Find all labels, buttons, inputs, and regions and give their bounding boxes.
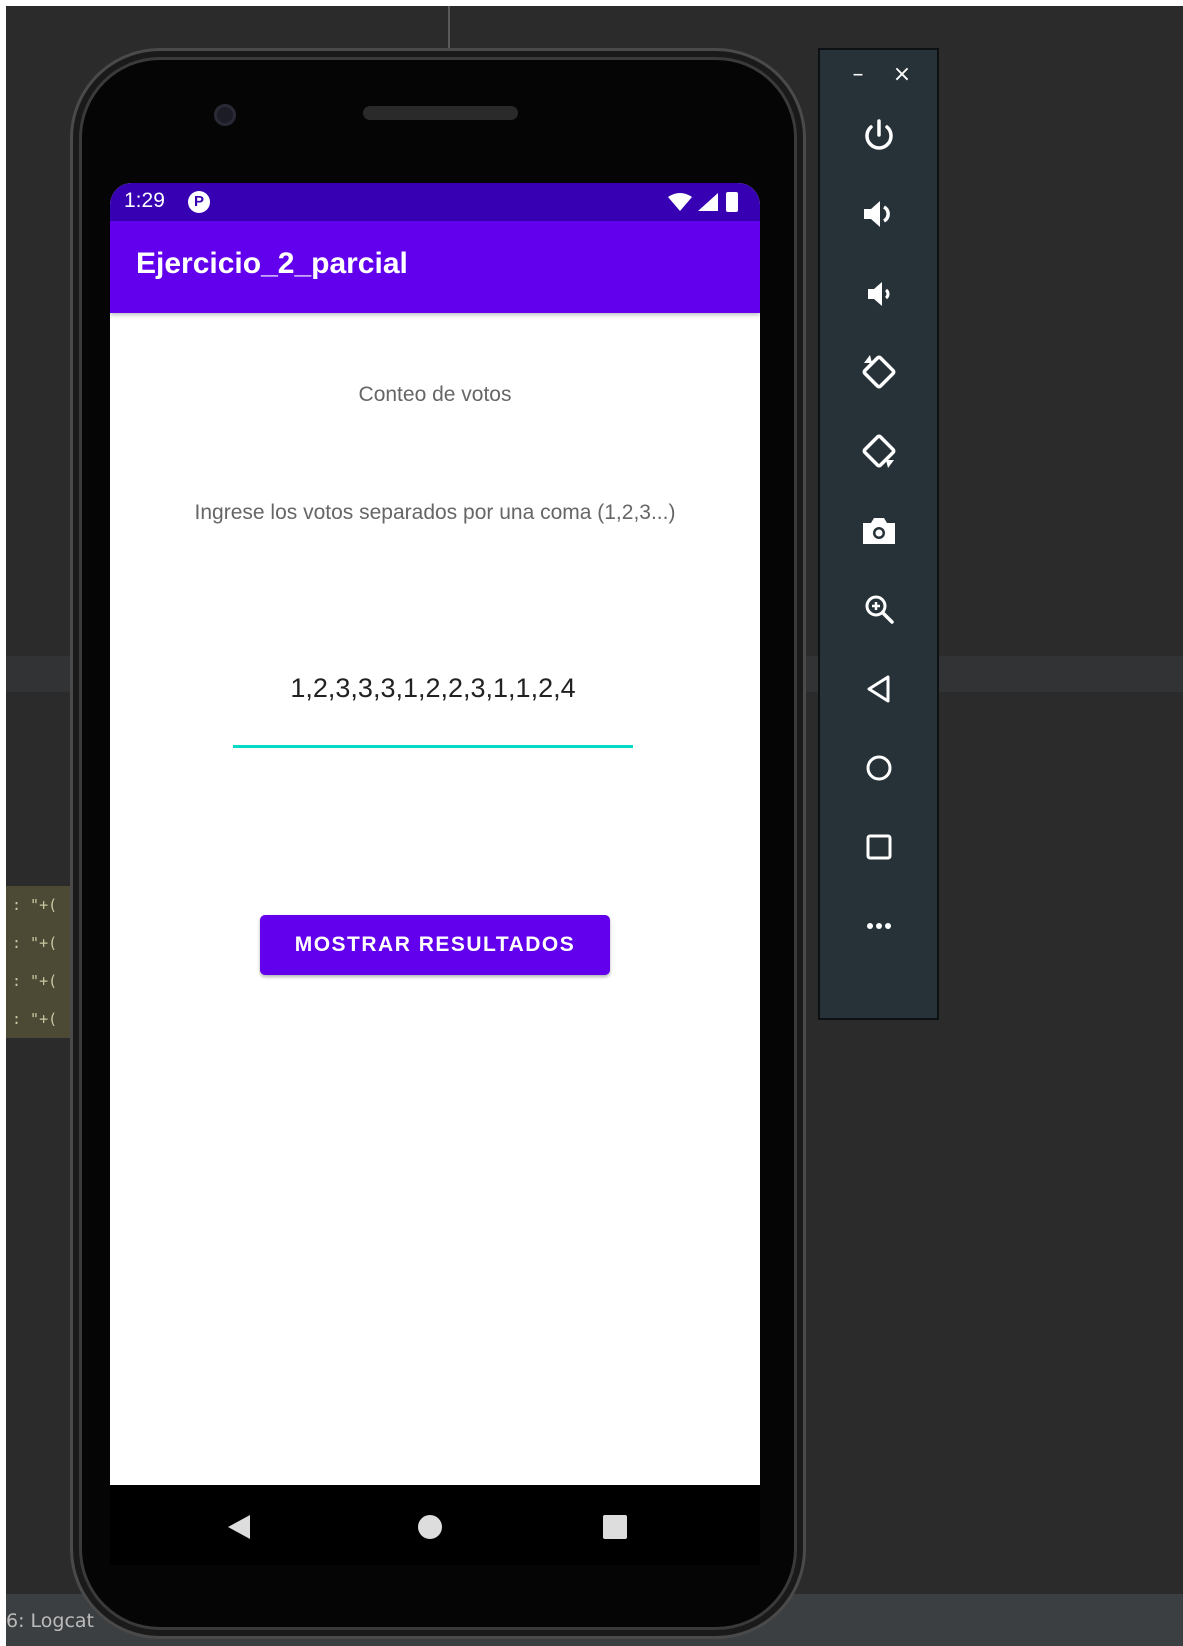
camera-icon[interactable] <box>858 510 900 552</box>
code-line: : "+( <box>12 896 58 914</box>
recents-square-icon[interactable] <box>595 1507 635 1547</box>
app-bar: Ejercicio_2_parcial <box>110 221 760 313</box>
votes-input[interactable] <box>233 643 633 733</box>
signal-icon <box>698 193 718 211</box>
ide-divider <box>448 6 450 48</box>
minimize-button[interactable]: – <box>846 60 870 90</box>
back-icon[interactable] <box>858 668 900 710</box>
app-title: Ejercicio_2_parcial <box>136 247 408 280</box>
phone-frame: 1:29 P Ejercicio_2_parcial Conteo de vot… <box>70 48 806 1639</box>
heading-text: Conteo de votos <box>358 383 512 406</box>
overview-icon[interactable] <box>858 826 900 868</box>
volume-down-icon[interactable] <box>858 273 900 315</box>
back-triangle-icon[interactable] <box>220 1507 260 1547</box>
device-screen: 1:29 P Ejercicio_2_parcial Conteo de vot… <box>110 183 760 1485</box>
code-line: : "+( <box>12 972 58 990</box>
home-circle-icon[interactable] <box>410 1507 450 1547</box>
votes-input-container <box>233 643 633 748</box>
code-line: : "+( <box>12 934 58 952</box>
show-results-button[interactable]: MOSTRAR RESULTADOS <box>260 915 610 975</box>
battery-icon <box>726 192 738 212</box>
emulator-toolbar: – × <box>818 48 939 1020</box>
ide-code-highlight: : "+( : "+( : "+( : "+( <box>6 886 70 1038</box>
earpiece-speaker <box>363 106 518 120</box>
zoom-icon[interactable] <box>858 588 900 630</box>
more-icon[interactable] <box>858 905 900 947</box>
navigation-bar <box>110 1485 760 1565</box>
front-camera <box>214 104 236 126</box>
wifi-icon <box>668 193 692 211</box>
status-bar: 1:29 P <box>110 183 760 221</box>
code-line: : "+( <box>12 1010 58 1028</box>
logcat-tab[interactable]: 6: Logcat <box>6 1610 94 1632</box>
status-icons <box>668 191 748 213</box>
rotate-right-icon[interactable] <box>858 430 900 472</box>
power-icon[interactable] <box>858 114 900 156</box>
status-time: 1:29 <box>124 189 165 212</box>
close-button[interactable]: × <box>890 60 914 90</box>
instructions-text: Ingrese los votos separados por una coma… <box>194 501 676 524</box>
volume-up-icon[interactable] <box>858 193 900 235</box>
notification-icon: P <box>188 191 210 213</box>
rotate-left-icon[interactable] <box>858 351 900 393</box>
home-icon[interactable] <box>858 747 900 789</box>
